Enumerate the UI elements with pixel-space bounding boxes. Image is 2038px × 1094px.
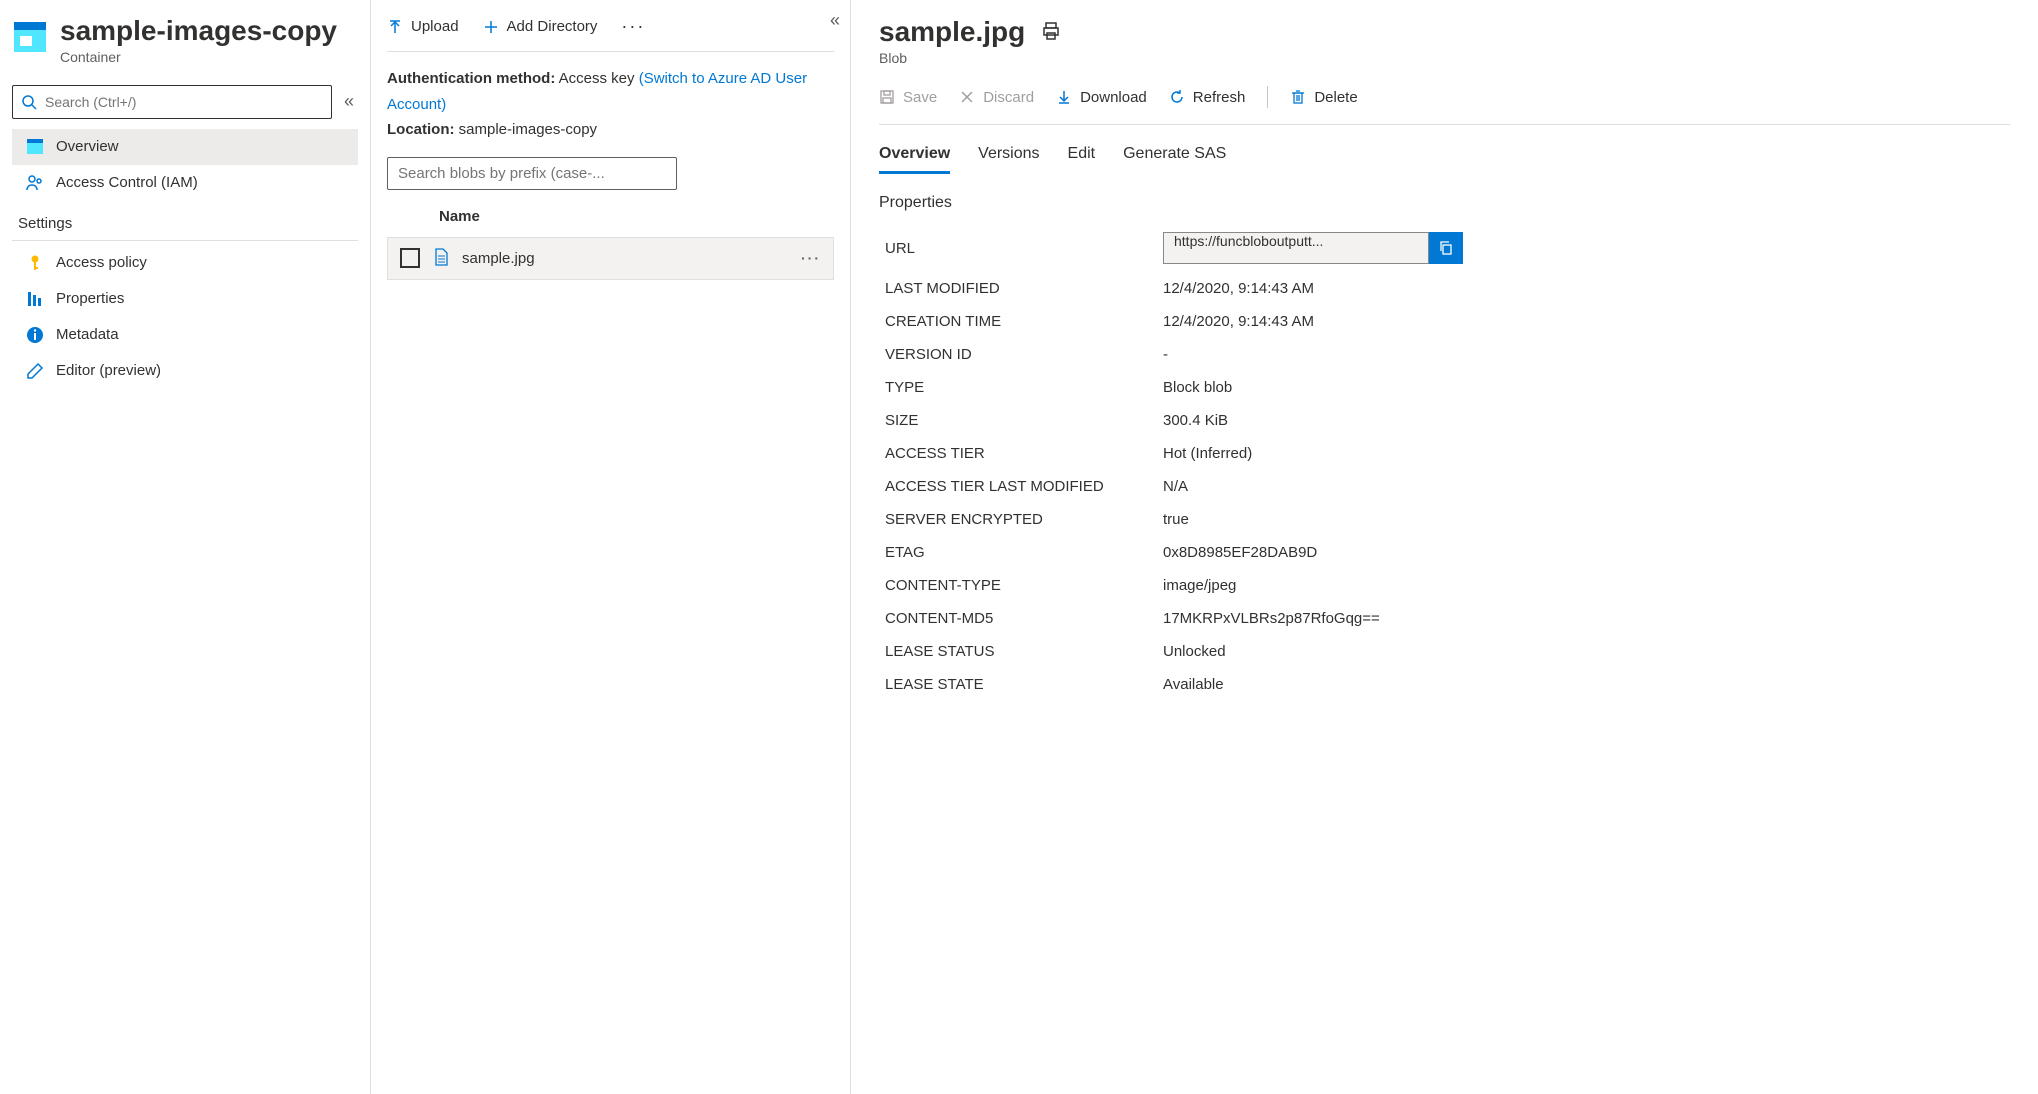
- prop-label: SIZE: [885, 412, 1163, 429]
- prop-value: 12/4/2020, 9:14:43 AM: [1163, 313, 2010, 330]
- prop-label: VERSION ID: [885, 346, 1163, 363]
- copy-button[interactable]: [1429, 232, 1463, 264]
- name-column-header[interactable]: Name: [387, 190, 834, 237]
- prop-value: Available: [1163, 676, 2010, 693]
- tab-generate-sas[interactable]: Generate SAS: [1123, 145, 1226, 174]
- nav-metadata[interactable]: Metadata: [12, 317, 358, 353]
- search-input[interactable]: [37, 94, 323, 110]
- download-button[interactable]: Download: [1056, 89, 1147, 106]
- page-subtitle: Container: [60, 49, 337, 65]
- key-icon: [26, 254, 44, 272]
- blob-name: sample.jpg: [462, 250, 789, 267]
- prop-value: true: [1163, 511, 2010, 528]
- auth-method-label: Authentication method:: [387, 70, 555, 87]
- upload-label: Upload: [411, 18, 459, 35]
- page-title: sample-images-copy: [60, 16, 337, 47]
- upload-button[interactable]: Upload: [387, 18, 459, 35]
- prop-label: LEASE STATE: [885, 676, 1163, 693]
- people-icon: [26, 174, 44, 192]
- row-more-icon[interactable]: ···: [801, 250, 821, 266]
- prop-value: Block blob: [1163, 379, 2010, 396]
- prop-value: N/A: [1163, 478, 2010, 495]
- prop-label: ACCESS TIER LAST MODIFIED: [885, 478, 1163, 495]
- tab-versions[interactable]: Versions: [978, 145, 1039, 174]
- add-directory-label: Add Directory: [507, 18, 598, 35]
- print-icon[interactable]: [1041, 21, 1061, 44]
- prop-label: ETAG: [885, 544, 1163, 561]
- nav-label: Properties: [56, 290, 124, 307]
- settings-header: Settings: [12, 201, 358, 241]
- copy-icon: [1438, 240, 1454, 256]
- prop-label: CREATION TIME: [885, 313, 1163, 330]
- url-label: URL: [885, 240, 1163, 257]
- url-value[interactable]: https://funcbloboutputt...: [1163, 232, 1429, 264]
- more-icon[interactable]: ···: [621, 16, 645, 37]
- detail-title: sample.jpg: [879, 16, 1025, 48]
- prop-label: ACCESS TIER: [885, 445, 1163, 462]
- overview-icon: [26, 138, 44, 156]
- collapse-center-icon[interactable]: «: [830, 10, 840, 31]
- nav-access-control[interactable]: Access Control (IAM): [12, 165, 358, 201]
- refresh-button[interactable]: Refresh: [1169, 89, 1246, 106]
- nav-properties[interactable]: Properties: [12, 281, 358, 317]
- prop-value: -: [1163, 346, 2010, 363]
- nav-label: Access Control (IAM): [56, 174, 198, 191]
- trash-icon: [1290, 89, 1306, 105]
- nav-overview[interactable]: Overview: [12, 129, 358, 165]
- tab-overview[interactable]: Overview: [879, 145, 950, 174]
- upload-icon: [387, 19, 403, 35]
- download-icon: [1056, 89, 1072, 105]
- nav-label: Overview: [56, 138, 119, 155]
- properties-heading: Properties: [879, 194, 2010, 212]
- save-button: Save: [879, 89, 937, 106]
- nav-label: Editor (preview): [56, 362, 161, 379]
- container-icon: [12, 20, 48, 56]
- delete-label: Delete: [1314, 89, 1357, 106]
- refresh-icon: [1169, 89, 1185, 105]
- prop-label: CONTENT-MD5: [885, 610, 1163, 627]
- separator: [1267, 86, 1268, 108]
- blob-search-input[interactable]: [387, 157, 677, 190]
- row-checkbox[interactable]: [400, 248, 420, 268]
- prop-value: Hot (Inferred): [1163, 445, 2010, 462]
- properties-icon: [26, 290, 44, 308]
- prop-value: Unlocked: [1163, 643, 2010, 660]
- collapse-sidebar-icon[interactable]: «: [340, 87, 358, 116]
- prop-value: image/jpeg: [1163, 577, 2010, 594]
- discard-label: Discard: [983, 89, 1034, 106]
- prop-value: 300.4 KiB: [1163, 412, 2010, 429]
- nav-label: Access policy: [56, 254, 147, 271]
- auth-method-value: Access key: [559, 70, 635, 87]
- detail-subtitle: Blob: [879, 50, 2010, 66]
- save-label: Save: [903, 89, 937, 106]
- save-icon: [879, 89, 895, 105]
- nav-access-policy[interactable]: Access policy: [12, 245, 358, 281]
- add-directory-button[interactable]: Add Directory: [483, 18, 598, 35]
- prop-label: LAST MODIFIED: [885, 280, 1163, 297]
- tab-edit[interactable]: Edit: [1068, 145, 1096, 174]
- discard-button: Discard: [959, 89, 1034, 106]
- file-icon: [432, 248, 450, 269]
- prop-value: 17MKRPxVLBRs2p87RfoGqg==: [1163, 610, 2010, 627]
- plus-icon: [483, 19, 499, 35]
- x-icon: [959, 89, 975, 105]
- prop-value: 12/4/2020, 9:14:43 AM: [1163, 280, 2010, 297]
- location-label: Location:: [387, 121, 455, 138]
- search-box[interactable]: [12, 85, 332, 119]
- location-value: sample-images-copy: [459, 121, 597, 138]
- prop-label: CONTENT-TYPE: [885, 577, 1163, 594]
- download-label: Download: [1080, 89, 1147, 106]
- prop-label: TYPE: [885, 379, 1163, 396]
- info-icon: [26, 326, 44, 344]
- refresh-label: Refresh: [1193, 89, 1246, 106]
- blob-row[interactable]: sample.jpg ···: [387, 237, 834, 280]
- edit-icon: [26, 362, 44, 380]
- prop-value: 0x8D8985EF28DAB9D: [1163, 544, 2010, 561]
- prop-label: LEASE STATUS: [885, 643, 1163, 660]
- search-icon: [21, 94, 37, 110]
- prop-label: SERVER ENCRYPTED: [885, 511, 1163, 528]
- nav-editor[interactable]: Editor (preview): [12, 353, 358, 389]
- nav-label: Metadata: [56, 326, 119, 343]
- delete-button[interactable]: Delete: [1290, 89, 1357, 106]
